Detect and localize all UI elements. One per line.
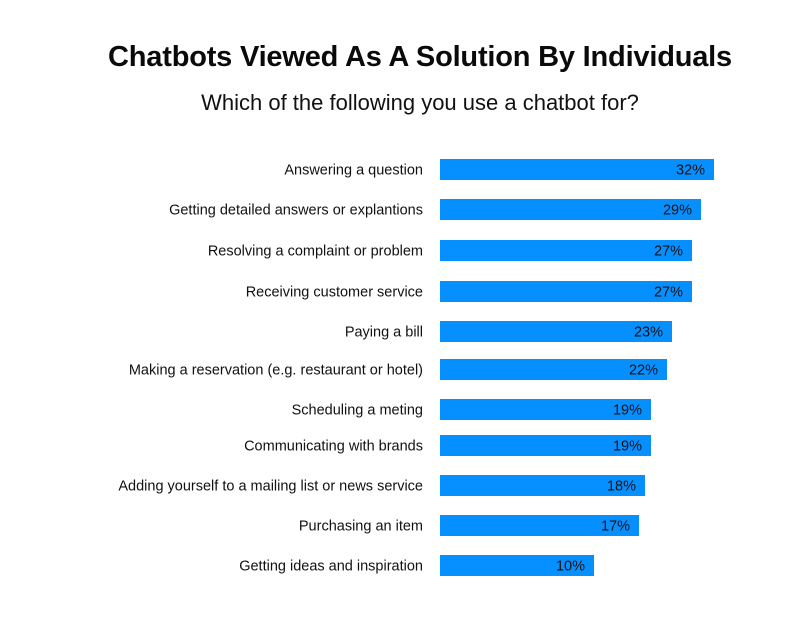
category-label: Receiving customer service: [246, 285, 423, 301]
category-label: Resolving a complaint or problem: [208, 244, 423, 260]
category-label: Answering a question: [284, 163, 423, 179]
category-label: Getting ideas and inspiration: [239, 559, 423, 575]
data-label: 23%: [634, 325, 663, 341]
category-label: Adding yourself to a mailing list or new…: [118, 479, 423, 495]
data-label: 22%: [629, 363, 658, 379]
category-label: Making a reservation (e.g. restaurant or…: [129, 363, 423, 379]
category-label: Getting detailed answers or explantions: [169, 203, 423, 219]
data-label: 27%: [654, 244, 683, 260]
category-label: Paying a bill: [345, 325, 423, 341]
data-label: 17%: [601, 519, 630, 535]
bar: [440, 159, 714, 180]
data-label: 19%: [613, 403, 642, 419]
bar-chart: Answering a question 32% Getting detailed …: [118, 159, 714, 576]
category-label: Purchasing an item: [299, 519, 423, 535]
data-label: 10%: [556, 559, 585, 575]
data-label: 19%: [613, 439, 642, 455]
category-label: Communicating with brands: [244, 439, 423, 455]
category-label: Scheduling a meting: [292, 403, 423, 419]
bar: [440, 199, 701, 220]
data-label: 32%: [676, 163, 705, 179]
data-label: 18%: [607, 479, 636, 495]
data-label: 29%: [663, 203, 692, 219]
data-label: 27%: [654, 285, 683, 301]
